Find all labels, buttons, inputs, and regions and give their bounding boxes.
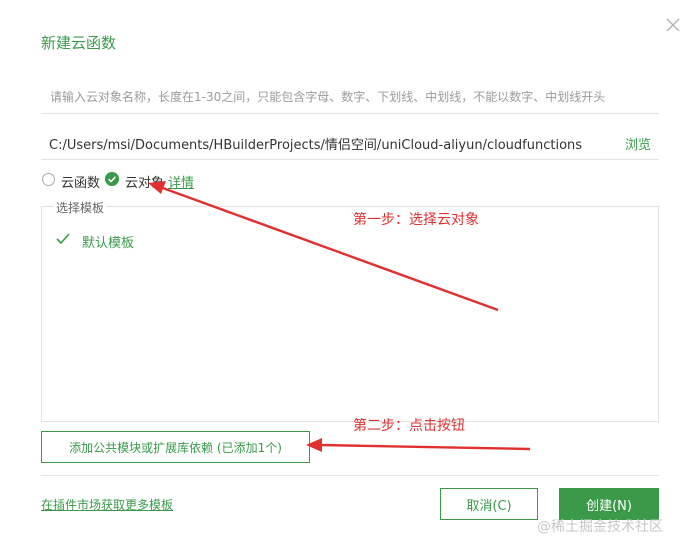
radio-cloud-function[interactable] — [42, 173, 55, 186]
template-item-label: 默认模板 — [82, 236, 135, 251]
watermark: @稀土掘金技术社区 — [537, 519, 663, 535]
check-icon — [56, 233, 70, 245]
close-icon[interactable] — [664, 16, 682, 34]
radio-cloud-object-checked-icon[interactable] — [105, 172, 119, 186]
cloud-object-name-input[interactable] — [41, 80, 659, 114]
plugin-market-link[interactable]: 在插件市场获取更多模板 — [41, 496, 173, 513]
cancel-button[interactable]: 取消(C) — [440, 488, 538, 520]
arrow-step2-line — [319, 443, 531, 451]
add-common-module-button[interactable]: 添加公共模块或扩展库依赖 (已添加1个) — [41, 431, 310, 463]
template-selector: 选择模板 默认模板 — [41, 199, 659, 422]
browse-link[interactable]: 浏览 — [625, 134, 651, 153]
detail-link[interactable]: 详情 — [168, 172, 194, 191]
path-value[interactable]: C:/Users/msi/Documents/HBuilderProjects/… — [49, 134, 582, 153]
new-cloud-function-dialog: 新建云函数 C:/Users/msi/Documents/HBuilderPro… — [0, 0, 700, 550]
radio-cloud-object-label[interactable]: 云对象 — [125, 172, 164, 191]
radio-cloud-function-label[interactable]: 云函数 — [61, 172, 100, 191]
dialog-title: 新建云函数 — [41, 34, 117, 52]
path-field: C:/Users/msi/Documents/HBuilderProjects/… — [41, 126, 659, 160]
annotation-step1: 第一步：选择云对象 — [353, 212, 479, 228]
template-legend: 选择模板 — [54, 199, 107, 216]
annotation-step2: 第二步：点击按钮 — [353, 418, 465, 434]
footer-divider — [41, 475, 659, 476]
